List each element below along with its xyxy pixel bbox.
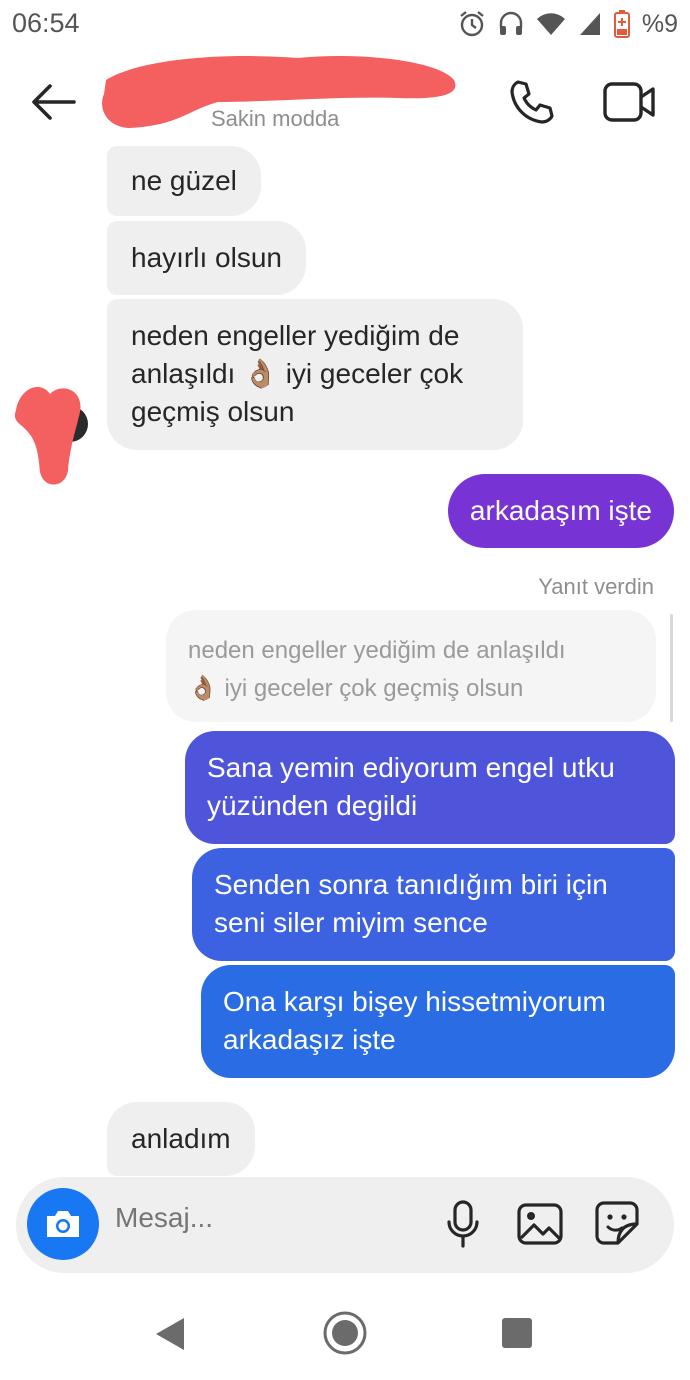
message-line: Ona karşı bişey hissetmiyorum: [223, 986, 606, 1017]
quoted-message[interactable]: neden engeller yediğim de anlaşıldı 👌🏽 i…: [166, 610, 656, 722]
camera-button[interactable]: [27, 1188, 99, 1260]
message-bubble-incoming[interactable]: anladım: [107, 1102, 255, 1176]
wifi-icon: [536, 11, 566, 37]
message-text: arkadaşım işte: [469, 495, 652, 526]
gallery-icon[interactable]: [516, 1202, 564, 1246]
nav-back-icon[interactable]: [152, 1314, 188, 1354]
activity-status: Sakin modda: [211, 106, 340, 131]
message-input[interactable]: [115, 1202, 415, 1234]
signal-icon: [578, 11, 602, 37]
message-bubble-incoming[interactable]: hayırlı olsun: [107, 221, 306, 295]
message-bubble-incoming[interactable]: neden engeller yediğim de anlaşıldı 👌🏽 i…: [107, 299, 523, 450]
status-time: 06:54: [12, 8, 80, 38]
message-line: Senden sonra tanıdığım biri için: [214, 869, 608, 900]
reply-label: Yanıt verdin: [538, 574, 654, 599]
message-bubble-outgoing[interactable]: arkadaşım işte: [447, 474, 674, 548]
nav-recents-icon[interactable]: [502, 1318, 532, 1348]
quote-indicator-bar: [670, 614, 673, 722]
quoted-line: neden engeller yediğim de anlaşıldı: [188, 637, 566, 664]
quoted-line: 👌🏽 iyi geceler çok geçmiş olsun: [188, 675, 524, 702]
message-bubble-outgoing[interactable]: Senden sonra tanıdığım biri için seni si…: [192, 848, 675, 961]
message-line: neden engeller yediğim de: [131, 320, 460, 351]
status-icons: %9: [458, 8, 678, 40]
back-arrow-icon[interactable]: [28, 80, 80, 124]
message-line: Sana yemin ediyorum engel utku: [207, 752, 615, 783]
microphone-icon[interactable]: [446, 1200, 480, 1248]
message-text: hayırlı olsun: [131, 242, 282, 273]
message-bubble-incoming[interactable]: ne güzel: [107, 146, 261, 216]
video-camera-icon[interactable]: [602, 78, 658, 126]
battery-icon: [613, 10, 630, 38]
message-text: ne güzel: [131, 165, 237, 196]
sticker-icon[interactable]: [594, 1200, 640, 1246]
phone-icon[interactable]: [508, 78, 556, 126]
message-bubble-outgoing[interactable]: Ona karşı bişey hissetmiyorum arkadaşız …: [201, 965, 675, 1078]
message-line: seni siler miyim sence: [214, 907, 488, 938]
redacted-avatar: [10, 380, 92, 490]
alarm-icon: [458, 10, 486, 38]
message-bubble-outgoing[interactable]: Sana yemin ediyorum engel utku yüzünden …: [185, 731, 675, 844]
message-line: yüzünden degildi: [207, 790, 418, 821]
nav-home-icon[interactable]: [322, 1310, 368, 1356]
message-text: anladım: [131, 1123, 231, 1154]
message-line: geçmiş olsun: [131, 396, 295, 427]
battery-text: %9: [641, 9, 678, 38]
headset-icon: [498, 10, 524, 38]
message-line: arkadaşız işte: [223, 1024, 396, 1055]
message-line: anlaşıldı 👌🏽 iyi geceler çok: [131, 358, 464, 389]
camera-icon: [47, 1211, 79, 1237]
